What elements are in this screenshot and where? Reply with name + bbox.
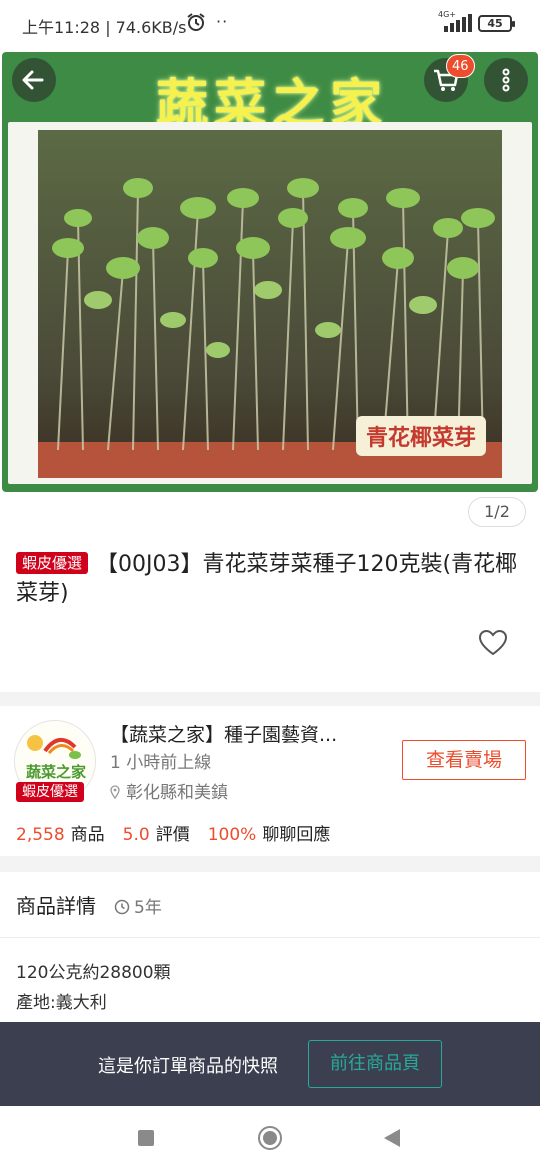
clock-icon <box>114 899 130 915</box>
products-label: 商品 <box>70 825 105 845</box>
product-details-header: 商品詳情 5年 <box>0 872 540 938</box>
shop-stats: 2,558 商品 5.0 評價 100% 聊聊回應 <box>16 820 330 845</box>
more-vertical-icon <box>502 68 510 92</box>
listing-age: 5年 <box>114 893 162 918</box>
avatar-mall-tag: 蝦皮優選 <box>16 782 84 802</box>
system-back-icon[interactable] <box>384 1129 400 1147</box>
product-title-block: 蝦皮優選 【00J03】青花菜芽菜種子120克裝(青花椰菜芽) <box>16 550 526 608</box>
rating-value: 5.0 <box>122 825 150 845</box>
image-counter: 1/2 <box>468 497 526 527</box>
snapshot-message: 這是你訂單商品的快照 <box>98 1056 278 1077</box>
go-to-product-button[interactable]: 前往商品頁 <box>308 1040 442 1088</box>
response-rate: 100% <box>207 825 257 845</box>
banner-frame: 蔬菜之家 青花椰菜芽 <box>2 52 538 492</box>
location-pin-icon <box>110 785 120 799</box>
mall-tag: 蝦皮優選 <box>16 552 89 574</box>
response-label: 聊聊回應 <box>262 825 331 845</box>
home-icon[interactable] <box>258 1126 282 1150</box>
cart-count-badge: 46 <box>446 54 475 78</box>
status-bar: 上午11:28 | 74.6KB/s ·· 4G+ 45 <box>0 0 540 48</box>
section-divider <box>0 692 540 706</box>
shop-section: 蔬菜之家 蝦皮優選 【蔬菜之家】種子園藝資... 1 小時前上線 彰化縣和美鎮 … <box>0 706 540 856</box>
back-button[interactable] <box>12 58 56 102</box>
more-button[interactable] <box>484 58 528 102</box>
battery-icon: 45 <box>478 15 515 32</box>
shop-location-text: 彰化縣和美鎮 <box>126 783 228 803</box>
signal-icon <box>444 14 472 32</box>
details-label: 商品詳情 <box>16 894 96 918</box>
status-dots: ·· <box>216 12 229 31</box>
svg-text:蔬菜之家: 蔬菜之家 <box>26 763 86 781</box>
product-description: 120公克約28800顆 產地:義大利 <box>16 958 171 1018</box>
section-divider <box>0 856 540 872</box>
alarm-icon <box>187 13 205 31</box>
product-title: 【00J03】青花菜芽菜種子120克裝(青花椰菜芽) <box>16 552 518 606</box>
battery-level: 45 <box>487 17 503 30</box>
shop-location: 彰化縣和美鎮 <box>110 778 228 803</box>
listing-age-text: 5年 <box>134 898 162 918</box>
status-time: 上午11:28 | 74.6KB/s <box>22 18 187 37</box>
system-nav-bar <box>0 1106 540 1170</box>
shop-name[interactable]: 【蔬菜之家】種子園藝資... <box>110 720 380 747</box>
shop-last-online: 1 小時前上線 <box>110 753 212 773</box>
product-image-carousel[interactable]: 蔬菜之家 青花椰菜芽 46 <box>0 48 540 494</box>
snapshot-bar: 這是你訂單商品的快照 前往商品頁 <box>0 1022 540 1106</box>
recent-apps-icon[interactable] <box>138 1130 154 1146</box>
description-line: 120公克約28800顆 <box>16 963 171 983</box>
heart-icon[interactable] <box>478 628 508 658</box>
rating-label: 評價 <box>155 825 190 845</box>
view-shop-button[interactable]: 查看賣場 <box>402 740 526 780</box>
image-caption: 青花椰菜芽 <box>355 416 486 456</box>
products-count: 2,558 <box>16 825 65 845</box>
back-arrow-icon <box>22 70 44 90</box>
photo-panel: 青花椰菜芽 <box>8 122 532 484</box>
description-line: 產地:義大利 <box>16 993 107 1013</box>
